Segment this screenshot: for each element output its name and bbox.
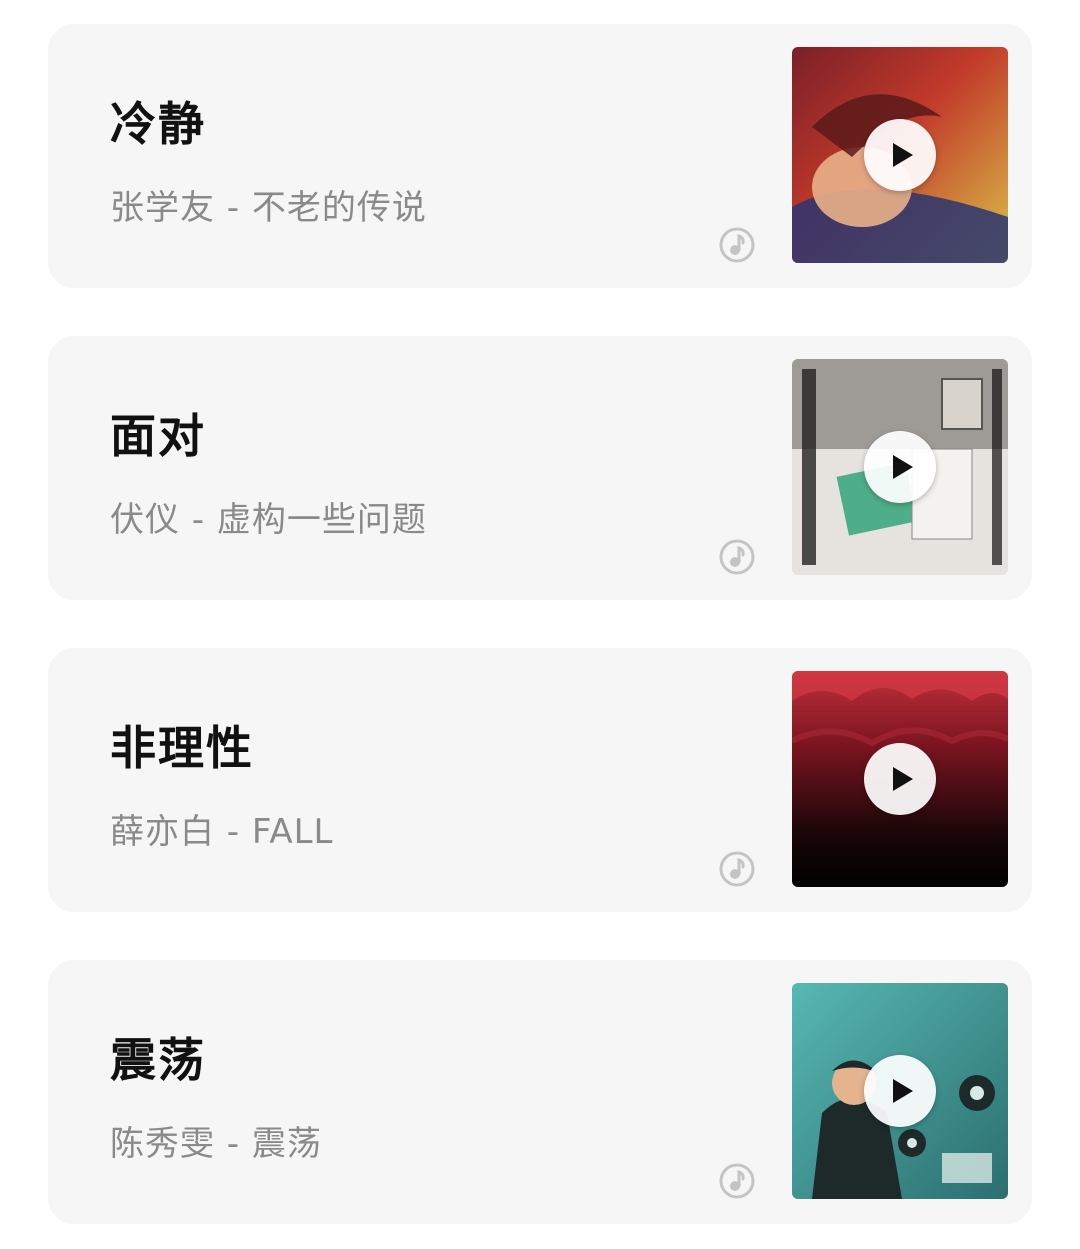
play-icon	[893, 143, 913, 167]
song-artist-album: 薛亦白 - FALL	[110, 812, 334, 852]
song-card[interactable]: 面对 伏仪 - 虚构一些问题	[48, 336, 1032, 600]
music-app-icon	[719, 539, 755, 575]
album-cover[interactable]	[792, 359, 1008, 575]
play-button[interactable]	[864, 431, 936, 503]
play-button[interactable]	[864, 743, 936, 815]
play-button[interactable]	[864, 1055, 936, 1127]
play-icon	[893, 455, 913, 479]
music-app-icon	[719, 1163, 755, 1199]
song-title: 面对	[110, 409, 206, 463]
song-card-list: 冷静 张学友 - 不老的传说 面对 伏仪 - 虚构一些问题 非理性 薛亦白 - …	[0, 0, 1080, 1249]
album-cover[interactable]	[792, 671, 1008, 887]
song-card[interactable]: 冷静 张学友 - 不老的传说	[48, 24, 1032, 288]
song-artist-album: 伏仪 - 虚构一些问题	[110, 500, 427, 540]
song-card[interactable]: 非理性 薛亦白 - FALL	[48, 648, 1032, 912]
play-button[interactable]	[864, 119, 936, 191]
song-artist-album: 张学友 - 不老的传说	[110, 188, 427, 228]
song-artist-album: 陈秀雯 - 震荡	[110, 1124, 322, 1164]
song-title: 非理性	[110, 721, 254, 775]
song-title: 冷静	[110, 97, 206, 151]
album-cover[interactable]	[792, 47, 1008, 263]
music-app-icon	[719, 227, 755, 263]
album-cover[interactable]	[792, 983, 1008, 1199]
song-card[interactable]: 震荡 陈秀雯 - 震荡	[48, 960, 1032, 1224]
play-icon	[893, 767, 913, 791]
music-app-icon	[719, 851, 755, 887]
song-title: 震荡	[110, 1033, 206, 1087]
play-icon	[893, 1079, 913, 1103]
